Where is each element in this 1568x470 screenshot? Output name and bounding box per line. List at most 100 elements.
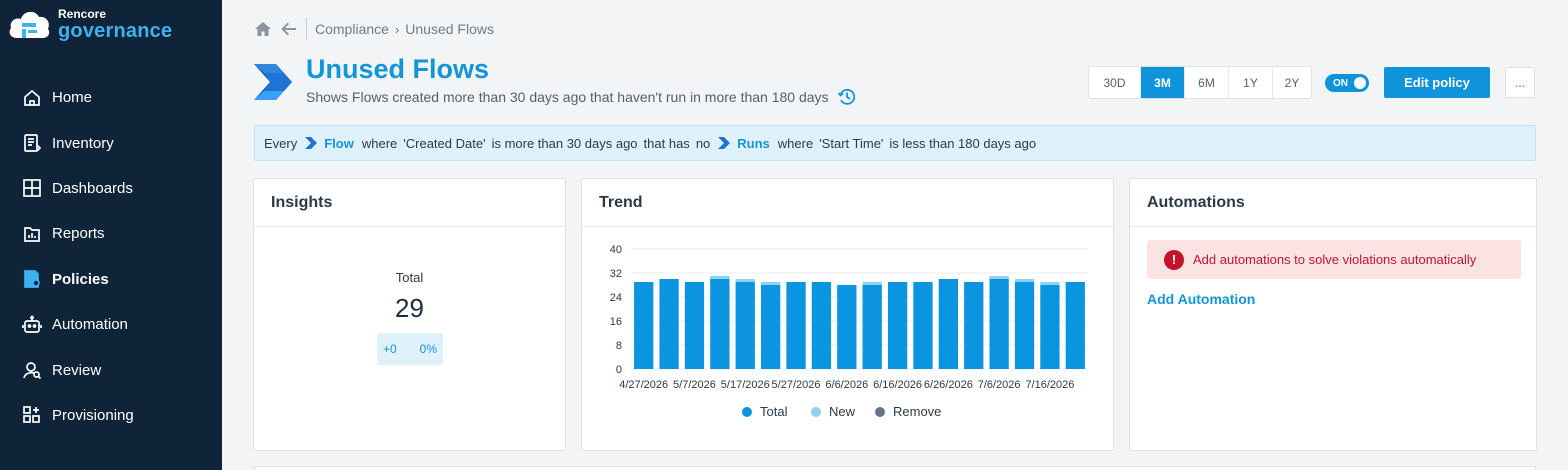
bar-total [887, 282, 908, 369]
bar-total [735, 282, 755, 369]
sidebar-item-label: Dashboards [52, 179, 133, 197]
bar-total [684, 282, 705, 369]
dashboards-icon [23, 179, 41, 198]
rencore-logo[interactable]: Rencore governance [8, 6, 172, 42]
legend-label-new: New [829, 404, 856, 419]
x-tick-label: 6/16/2026 [873, 379, 922, 391]
y-tick-label: 40 [610, 244, 622, 256]
back-arrow-icon[interactable] [280, 20, 298, 38]
bar-new [1014, 279, 1035, 282]
home-icon[interactable] [254, 20, 272, 38]
total-label: Total [395, 270, 424, 285]
toggle-knob [1354, 77, 1366, 89]
toggle-label: ON [1333, 77, 1348, 89]
query-entity-label: Flow [324, 135, 354, 151]
query-field: 'Created Date' [403, 135, 486, 151]
bar-total [964, 282, 984, 369]
more-options-button[interactable]: ... [1505, 67, 1535, 98]
query-entity-runs[interactable]: Runs [718, 136, 770, 151]
cloud-logo-icon [9, 11, 50, 38]
sidebar-item-label: Reports [52, 225, 105, 243]
sidebar-item-label: Inventory [52, 134, 114, 152]
query-no: no [695, 135, 711, 151]
policy-query: Every Flow where 'Created Date' is more … [254, 125, 1536, 161]
bar-new [1040, 282, 1060, 285]
bar-total [989, 279, 1009, 369]
bar-total [710, 279, 730, 369]
query-condition: is more than 30 days ago [491, 135, 638, 151]
range-6m-button[interactable]: 6M [1185, 67, 1229, 98]
bar-new [760, 282, 781, 285]
bar-total [837, 285, 857, 369]
page-header: Unused Flows Shows Flows created more th… [252, 54, 857, 107]
range-30d-button[interactable]: 30D [1089, 67, 1141, 98]
policies-icon [24, 270, 40, 289]
x-tick-label: 6/6/2026 [825, 379, 868, 391]
trend-card: Trend 0 8 16 24 32 40 4/27/2026 5/7/2026 5/17/20… [581, 178, 1114, 451]
x-tick-label: 6/26/2026 [924, 379, 973, 391]
edit-policy-button[interactable]: Edit policy [1384, 67, 1490, 98]
review-icon [23, 362, 42, 380]
total-delta: +0 0% [377, 333, 443, 365]
reports-icon [24, 227, 40, 242]
sidebar-item-inventory[interactable]: Inventory [0, 120, 222, 165]
query-every: Every [264, 135, 298, 151]
time-range-selector: 30D 3M 6M 1Y 2Y [1088, 66, 1312, 99]
provisioning-icon [23, 406, 40, 424]
bar-new [735, 279, 755, 282]
alert-text: Add automations to solve violations auto… [1193, 252, 1477, 267]
query-field: 'Start Time' [819, 135, 884, 151]
query-entity-flow[interactable]: Flow [305, 136, 354, 151]
trend-title: Trend [582, 179, 1113, 227]
range-1y-button[interactable]: 1Y [1229, 67, 1273, 98]
bar-total [786, 282, 806, 369]
automations-card: Automations ! Add automations to solve v… [1129, 178, 1537, 451]
flow-icon [305, 137, 318, 149]
total-value: 29 [395, 293, 424, 323]
legend-marker-total [742, 407, 752, 417]
range-3m-button[interactable]: 3M [1141, 67, 1185, 98]
query-entity-label: Runs [737, 135, 770, 151]
sidebar-item-review[interactable]: Review [0, 347, 222, 392]
error-icon: ! [1164, 249, 1184, 270]
breadcrumb-parent[interactable]: Compliance [315, 21, 389, 37]
x-tick-label: 4/27/2026 [619, 379, 668, 391]
automation-icon [22, 315, 42, 333]
product-name: governance [58, 19, 173, 42]
bar-total [862, 285, 882, 369]
bar-new [710, 276, 730, 279]
range-2y-button[interactable]: 2Y [1273, 67, 1311, 98]
sidebar-item-automation[interactable]: Automation [0, 302, 222, 347]
legend-label-remove: Remove [893, 404, 941, 419]
y-tick-label: 0 [616, 364, 622, 376]
sidebar-item-label: Automation [52, 316, 128, 334]
legend-label-total: Total [760, 404, 788, 419]
bar-total [760, 285, 781, 369]
breadcrumb-current: Unused Flows [405, 21, 494, 37]
home-icon [24, 89, 40, 106]
inventory-icon [24, 134, 42, 152]
bar-new [989, 276, 1009, 279]
add-automation-link[interactable]: Add Automation [1147, 291, 1255, 307]
bar-total [659, 279, 679, 369]
bar-total [1040, 285, 1060, 369]
sidebar-item-dashboards[interactable]: Dashboards [0, 166, 222, 211]
sidebar-item-home[interactable]: Home [0, 75, 222, 120]
x-tick-label: 5/27/2026 [772, 379, 821, 391]
bar-new [862, 282, 882, 285]
sidebar-item-policies[interactable]: Policies [0, 257, 222, 302]
bar-total [913, 282, 933, 369]
y-tick-label: 32 [610, 268, 622, 280]
bar-total [1014, 282, 1035, 369]
automation-alert: ! Add automations to solve violations au… [1147, 240, 1521, 279]
sidebar-item-reports[interactable]: Reports [0, 211, 222, 256]
policy-enabled-toggle[interactable]: ON [1325, 74, 1369, 92]
insights-title: Insights [254, 179, 565, 227]
sidebar-item-provisioning[interactable]: Provisioning [0, 393, 222, 438]
sidebar: Rencore governance Home Inventory Dashbo… [0, 0, 222, 470]
power-automate-icon [254, 64, 292, 100]
breadcrumb: Compliance › Unused Flows [254, 18, 494, 40]
y-tick-label: 24 [610, 292, 622, 304]
history-icon[interactable] [837, 87, 857, 107]
x-tick-label: 5/7/2026 [673, 379, 716, 391]
